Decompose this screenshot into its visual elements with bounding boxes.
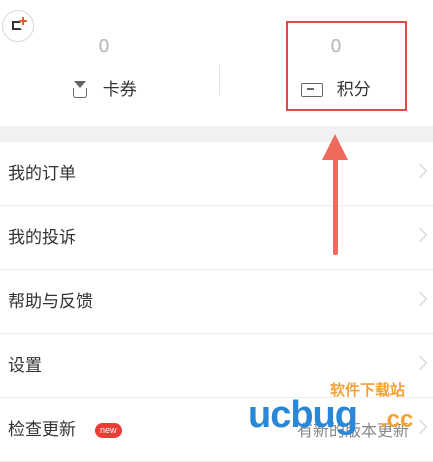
chevron-right-icon bbox=[412, 163, 428, 179]
menu-item-orders[interactable]: 我的订单 bbox=[0, 142, 433, 206]
menu-item-label: 我的订单 bbox=[8, 164, 76, 184]
coupon-icon bbox=[71, 81, 89, 99]
menu-item-label: 我的投诉 bbox=[8, 228, 76, 248]
menu-list: 我的订单 我的投诉 帮助与反馈 设置 检查更新 new 有新的版本更新 bbox=[0, 142, 433, 462]
user-stats-header: 0 卡券 0 积分 bbox=[0, 0, 433, 126]
menu-item-help-feedback[interactable]: 帮助与反馈 bbox=[0, 270, 433, 334]
chevron-right-icon bbox=[412, 227, 428, 243]
coupon-stat[interactable]: 0 卡券 bbox=[24, 34, 184, 102]
menu-item-label: 设置 bbox=[8, 356, 42, 376]
annotation-arrow-shaft bbox=[333, 155, 338, 255]
menu-item-label: 检查更新 bbox=[8, 420, 76, 440]
points-highlight-box bbox=[286, 21, 407, 111]
menu-item-complaints[interactable]: 我的投诉 bbox=[0, 206, 433, 270]
new-badge: new bbox=[95, 423, 122, 438]
stat-divider bbox=[219, 65, 220, 95]
coupon-label: 卡券 bbox=[102, 80, 137, 100]
chevron-right-icon bbox=[412, 355, 428, 371]
menu-item-settings[interactable]: 设置 bbox=[0, 334, 433, 398]
chevron-right-icon bbox=[412, 419, 428, 435]
chevron-right-icon bbox=[412, 291, 428, 307]
menu-item-check-update[interactable]: 检查更新 new 有新的版本更新 bbox=[0, 398, 433, 462]
update-status-text: 有新的版本更新 bbox=[296, 421, 409, 440]
menu-item-label: 帮助与反馈 bbox=[8, 292, 93, 312]
coupon-count: 0 bbox=[98, 36, 110, 57]
section-divider bbox=[0, 126, 433, 142]
